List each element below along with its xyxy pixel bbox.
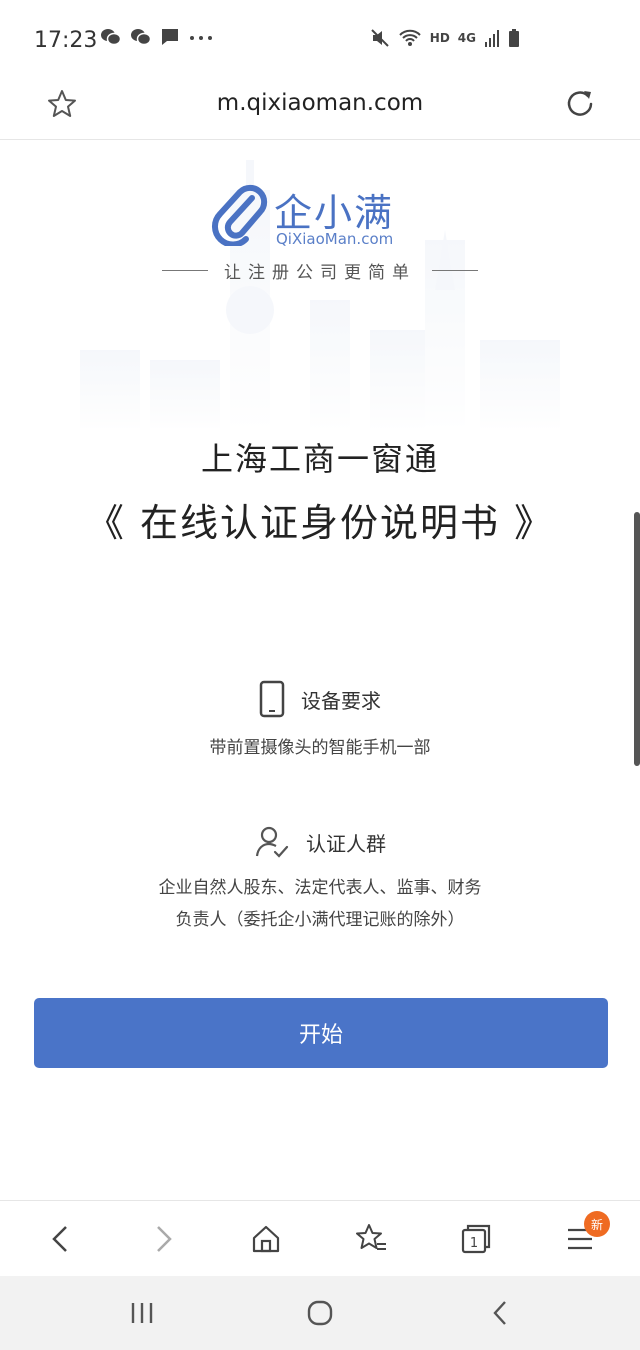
browser-toolbar: 1 新 (0, 1200, 640, 1276)
recent-apps-icon (131, 1303, 153, 1323)
scrollbar[interactable] (634, 512, 640, 766)
wechat-icon (101, 29, 122, 46)
page-subtitle: 《 在线认证身份说明书 》 (85, 501, 555, 545)
device-requirement-desc: 带前置摄像头的智能手机一部 (209, 738, 431, 758)
smartphone-icon (259, 680, 285, 718)
url-bar: m.qixiaoman.com (0, 78, 640, 140)
more-icon (190, 36, 212, 40)
status-time: 17:23 (34, 28, 98, 53)
recent-apps-button[interactable] (122, 1296, 162, 1330)
slogan: 让注册公司更简单 (224, 263, 416, 283)
page-content: 企小满 QiXiaoMan.com 让注册公司更简单 上海工商一窗通 《 在线认… (0, 140, 640, 1200)
menu-button[interactable]: 新 (560, 1211, 610, 1259)
tabs-icon: 1 (461, 1224, 491, 1254)
back-button[interactable] (40, 1219, 80, 1259)
cell-label: 4G (457, 31, 476, 45)
logo-chinese-name: 企小满 (274, 191, 395, 235)
status-bar: 17:23 HD 4G (0, 0, 640, 78)
home-icon (252, 1225, 280, 1253)
device-requirement-header: 设备要求 (0, 680, 640, 718)
slogan-row: 让注册公司更简单 (0, 258, 640, 283)
chevron-right-icon (157, 1226, 172, 1252)
hd-label: HD (429, 31, 450, 45)
system-status-icons: HD 4G (370, 28, 520, 48)
bookmarks-button[interactable] (352, 1219, 392, 1259)
system-home-button[interactable] (300, 1296, 340, 1330)
tab-count: 1 (470, 1236, 478, 1251)
bookmarks-star-icon (356, 1224, 386, 1250)
page-title: 上海工商一窗通 (200, 440, 439, 478)
logo-english-name: QiXiaoMan.com (276, 230, 394, 248)
user-check-icon (255, 826, 289, 858)
mute-icon (371, 29, 389, 47)
url-text[interactable]: m.qixiaoman.com (0, 90, 640, 116)
auth-group-desc-line1: 企业自然人股东、法定代表人、监事、财务 (158, 878, 482, 898)
chevron-left-icon (52, 1226, 67, 1252)
start-button[interactable]: 开始 (34, 998, 608, 1068)
home-circle-icon (307, 1300, 333, 1326)
auth-group-desc-line2: 负责人（委托企小满代理记账的除外） (175, 910, 465, 930)
new-badge: 新 (584, 1211, 610, 1237)
wifi-icon (399, 29, 421, 46)
wechat-icon (131, 29, 152, 46)
logo: 企小满 QiXiaoMan.com (210, 182, 440, 252)
reload-icon[interactable] (564, 88, 596, 120)
tabs-button[interactable]: 1 (456, 1219, 496, 1259)
home-button[interactable] (246, 1219, 286, 1259)
battery-icon (509, 29, 519, 47)
auth-group-header: 认证人群 (0, 824, 640, 860)
message-icon (162, 29, 178, 45)
notification-icons (100, 27, 214, 47)
divider (432, 270, 478, 271)
signal-icon (485, 30, 499, 47)
system-navigation-bar (0, 1276, 640, 1350)
forward-button[interactable] (144, 1219, 184, 1259)
auth-group-title: 认证人群 (306, 831, 386, 856)
device-requirement-title: 设备要求 (301, 688, 381, 713)
divider (162, 270, 208, 271)
back-chevron-icon (493, 1301, 506, 1325)
system-back-button[interactable] (480, 1296, 520, 1330)
paperclip-logo-icon (211, 184, 268, 246)
